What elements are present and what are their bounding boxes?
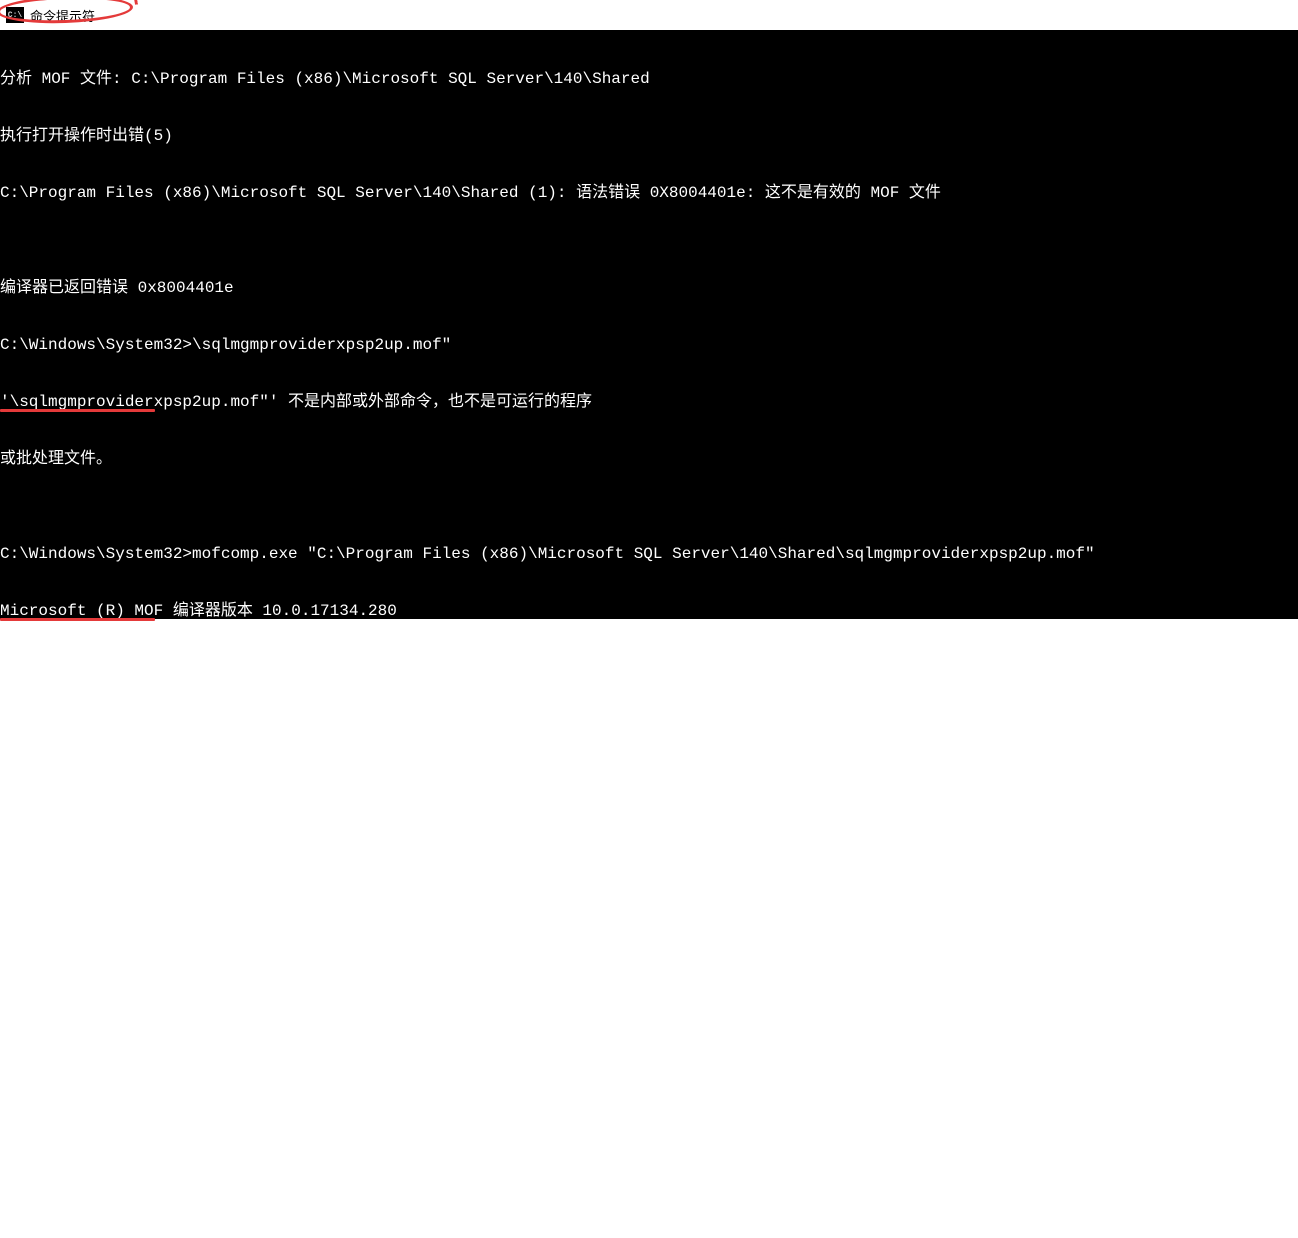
terminal-line: 处理项目 1 (在行 4 - 7 上[文件 C:\Program Files (… bbox=[0, 887, 1298, 906]
terminal-line: C:\Windows\System32>\sqlmgmproviderxpsp2… bbox=[0, 336, 1298, 355]
terminal-line: Microsoft (R) MOF 编译器版本 10.0.17134.280 bbox=[0, 1210, 1298, 1229]
cmd-icon: C:\ bbox=[6, 7, 24, 23]
terminal-line: 分析 MOF 文件: C:\Program Files (x86)\Micros… bbox=[0, 716, 1298, 735]
title-bar[interactable]: C:\ 命令提示符 bbox=[0, 0, 1298, 30]
terminal-line: C:\Program Files (x86)\Microsoft SQL Ser… bbox=[0, 184, 1298, 203]
terminal-line: 错误号: 0x80041003，设备: WMI bbox=[0, 944, 1298, 963]
terminal-line: Microsoft (R) MOF 编译器版本 10.0.17134.280 bbox=[0, 602, 1298, 621]
terminal-line: 或批处理文件。 bbox=[0, 450, 1298, 469]
terminal-output[interactable]: 分析 MOF 文件: C:\Program Files (x86)\Micros… bbox=[0, 30, 1298, 619]
terminal-line: 正在将数据存储到存储库中... bbox=[0, 830, 1298, 849]
terminal-line: '\sqlmgmproviderxpsp2up.mof"' 不是内部或外部命令，… bbox=[0, 393, 1298, 412]
cmd-icon-label: C:\ bbox=[8, 11, 22, 20]
terminal-line: 执行打开操作时出错(5) bbox=[0, 127, 1298, 146]
terminal-line: C:\Windows\System32>mofcomp.exe "C:\Prog… bbox=[0, 1153, 1298, 1172]
terminal-line: C:\Windows\System32>mofcomp.exe "C:\Prog… bbox=[0, 545, 1298, 564]
terminal-line: 描述: 拒绝访问。 bbox=[0, 1001, 1298, 1020]
annotation-tail bbox=[118, 0, 138, 7]
terminal-line: 已成功分析 MOF 文件 bbox=[0, 773, 1298, 792]
terminal-line: 编译器已返回错误 0x8004401e bbox=[0, 279, 1298, 298]
terminal-line: 分析 MOF 文件: C:\Program Files (x86)\Micros… bbox=[0, 70, 1298, 89]
terminal-line: Copyright (c) Microsoft Corp. 1997-2006.… bbox=[0, 659, 1298, 678]
terminal-line: 编译器已返回错误 0x80041003 bbox=[0, 1096, 1298, 1115]
window-title: 命令提示符 bbox=[30, 6, 95, 25]
